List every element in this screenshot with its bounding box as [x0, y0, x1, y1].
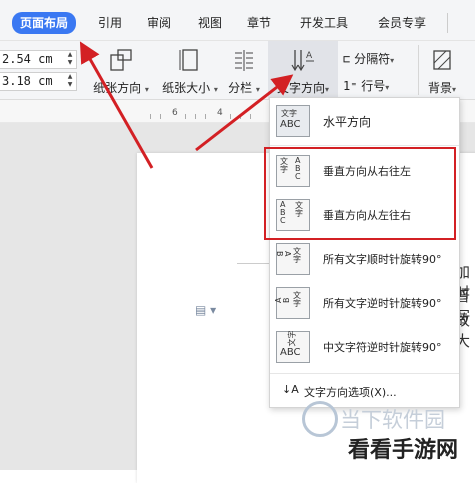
watermark-text: 当下软件园: [340, 408, 445, 432]
watermark-text: 看看手游网: [348, 438, 459, 463]
arrow-to-layout-tab: [79, 41, 154, 169]
arrow-to-text-direction: [195, 74, 294, 152]
watermark-logo-icon: [302, 401, 338, 437]
watermark-site2: 看看手游网: [348, 432, 458, 464]
